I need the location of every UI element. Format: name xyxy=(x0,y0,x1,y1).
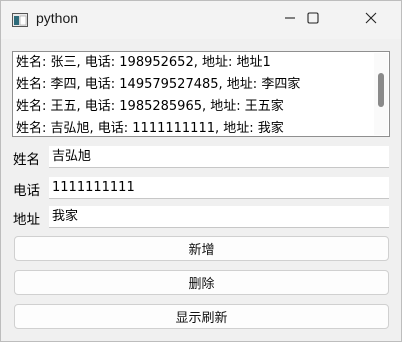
list-item[interactable]: 姓名: 吉弘旭, 电话: 1111111111, 地址: 我家 xyxy=(16,118,284,136)
list-scrollbar[interactable] xyxy=(374,53,388,135)
address-input[interactable] xyxy=(49,206,389,228)
name-label: 姓名 xyxy=(13,152,40,168)
list-item[interactable]: 姓名: 王五, 电话: 1985285965, 地址: 王五家 xyxy=(16,96,284,118)
refresh-button[interactable]: 显示刷新 xyxy=(14,304,389,329)
contacts-list[interactable]: 姓名: 张三, 电话: 198952652, 地址: 地址1 姓名: 李四, 电… xyxy=(12,51,390,137)
address-label: 地址 xyxy=(13,212,40,228)
close-icon xyxy=(365,12,377,28)
list-item[interactable]: 姓名: 李四, 电话: 149579527485, 地址: 李四家 xyxy=(16,74,300,96)
add-button[interactable]: 新增 xyxy=(14,236,389,261)
delete-button[interactable]: 删除 xyxy=(14,270,389,295)
phone-input[interactable] xyxy=(49,177,389,199)
scrollbar-thumb[interactable] xyxy=(378,73,384,107)
name-input[interactable] xyxy=(49,146,389,168)
app-icon xyxy=(12,12,28,28)
list-item[interactable]: 姓名: 张三, 电话: 198952652, 地址: 地址1 xyxy=(16,52,271,74)
window-title: python xyxy=(36,10,79,26)
close-button[interactable] xyxy=(348,1,394,39)
phone-label: 电话 xyxy=(13,183,40,199)
app-window: python 姓名: 张三, 电话: 198952652, 地址: 地址1 姓名… xyxy=(0,0,402,342)
maximize-icon xyxy=(307,12,319,28)
title-bar[interactable]: python xyxy=(1,1,401,39)
maximize-button[interactable] xyxy=(290,1,336,39)
